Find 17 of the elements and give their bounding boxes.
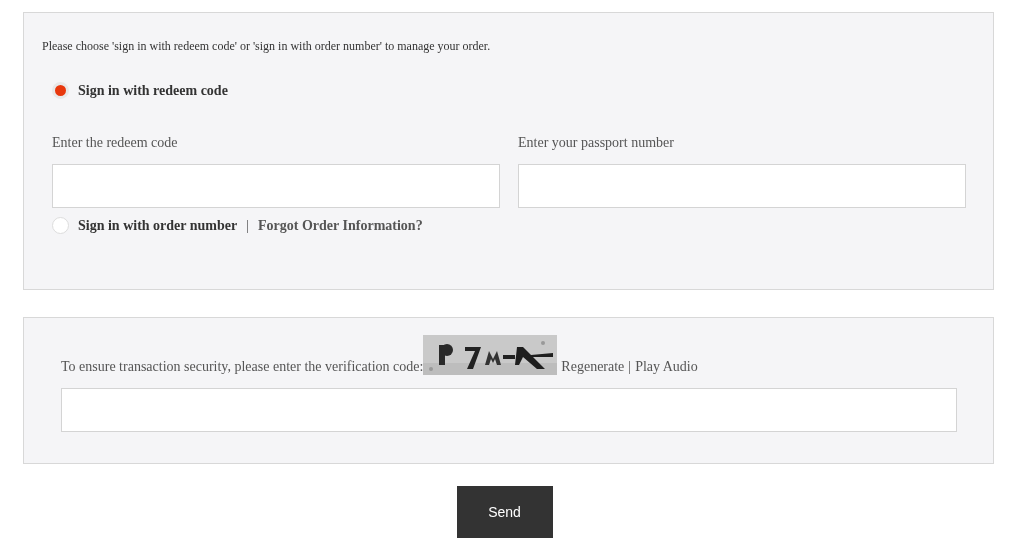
radio-button[interactable]	[52, 82, 69, 99]
radio-label: Sign in with order number	[78, 217, 238, 234]
send-button[interactable]: Send	[456, 486, 553, 538]
captcha-link[interactable]: Play Audio	[635, 359, 698, 375]
separator: |	[628, 359, 632, 375]
field-label: Enter your passport number	[518, 135, 675, 151]
separator: |	[246, 217, 250, 234]
input-field[interactable]	[52, 164, 500, 208]
field-label: Enter the redeem code	[52, 135, 179, 151]
input-field[interactable]	[518, 164, 966, 208]
radio-button[interactable]	[52, 217, 69, 234]
input-field[interactable]	[61, 388, 957, 432]
verification-prompt: To ensure transaction security, please enter the verification code:	[61, 359, 424, 375]
captcha-link[interactable]: Regenerate	[561, 359, 625, 375]
instruction-text: Please choose 'sign in with redeem code' or 'sign in with order number' to manage your order.	[42, 39, 492, 54]
forgot-link[interactable]: Forgot Order Information?	[258, 217, 423, 234]
radio-label: Sign in with redeem code	[78, 82, 228, 99]
